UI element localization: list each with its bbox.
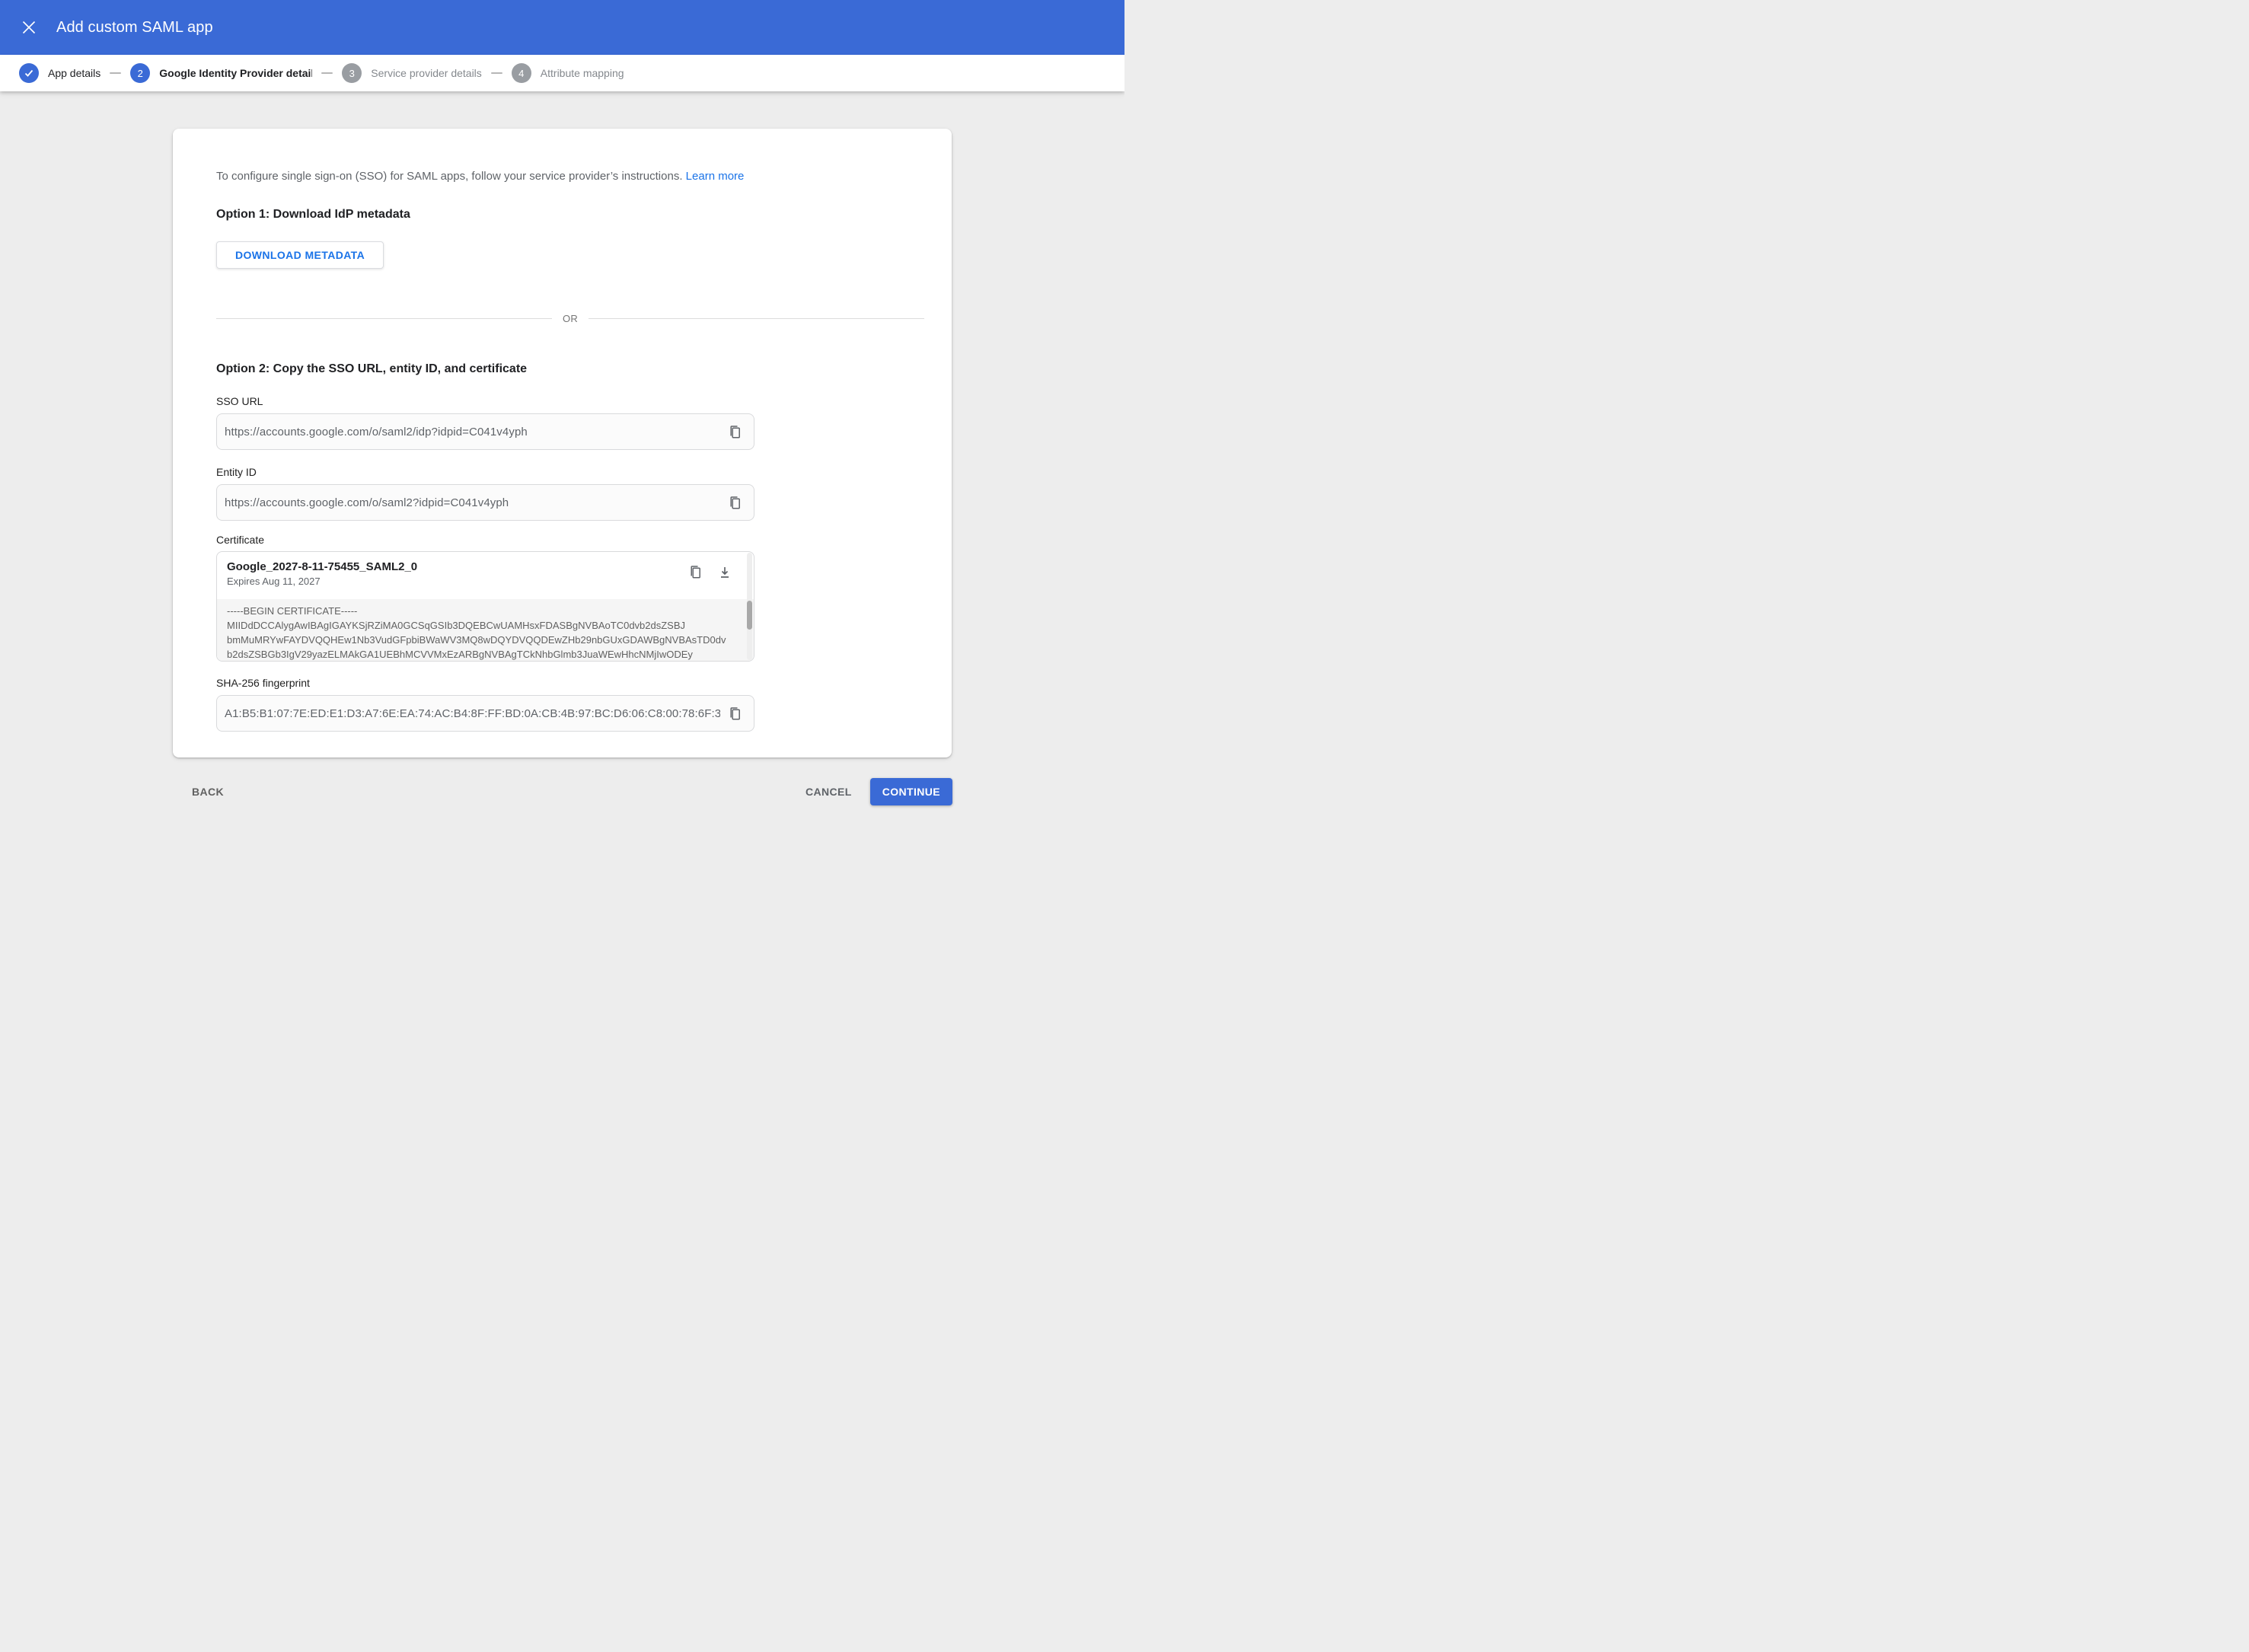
step-separator bbox=[110, 72, 121, 74]
entity-id-value: https://accounts.google.com/o/saml2?idpi… bbox=[225, 496, 509, 509]
or-label: OR bbox=[552, 313, 589, 324]
sso-url-field: https://accounts.google.com/o/saml2/idp?… bbox=[216, 413, 754, 450]
step-google-idp-details[interactable]: 2 Google Identity Provider details bbox=[130, 63, 312, 83]
step-app-details[interactable]: App details bbox=[19, 63, 100, 83]
stepper: App details 2 Google Identity Provider d… bbox=[0, 55, 1124, 91]
divider-line bbox=[589, 318, 924, 319]
copy-icon[interactable] bbox=[726, 494, 745, 512]
copy-icon[interactable] bbox=[726, 423, 745, 442]
dialog-header: Add custom SAML app bbox=[0, 0, 1124, 55]
copy-icon[interactable] bbox=[726, 705, 745, 723]
certificate-name: Google_2027-8-11-75455_SAML2_0 bbox=[227, 560, 685, 574]
step-service-provider-details[interactable]: 3 Service provider details bbox=[342, 63, 482, 83]
step-3-circle: 3 bbox=[342, 63, 362, 83]
check-icon bbox=[24, 68, 34, 78]
dialog-title: Add custom SAML app bbox=[56, 19, 213, 37]
certificate-line: bmMuMRYwFAYDVQQHEw1Nb3VudGFpbiBWaWV3MQ8w… bbox=[227, 633, 737, 647]
download-metadata-button[interactable]: DOWNLOAD METADATA bbox=[216, 241, 384, 269]
step-1-circle bbox=[19, 63, 39, 83]
divider-line bbox=[216, 318, 552, 319]
step-4-circle: 4 bbox=[512, 63, 531, 83]
option2-heading: Option 2: Copy the SSO URL, entity ID, a… bbox=[216, 361, 924, 378]
footer-actions: BACK CANCEL CONTINUE bbox=[0, 778, 1124, 805]
sso-url-label: SSO URL bbox=[216, 395, 924, 407]
option1-heading: Option 1: Download IdP metadata bbox=[216, 206, 924, 223]
certificate-expiry: Expires Aug 11, 2027 bbox=[227, 576, 685, 588]
cancel-button[interactable]: CANCEL bbox=[793, 778, 864, 805]
step-separator bbox=[491, 72, 502, 74]
certificate-line: MIIDdDCCAlygAwIBAgIGAYKSjRZiMA0GCSqGSIb3… bbox=[227, 618, 737, 633]
entity-id-label: Entity ID bbox=[216, 466, 924, 478]
fingerprint-value: A1:B5:B1:07:7E:ED:E1:D3:A7:6E:EA:74:AC:B… bbox=[225, 707, 720, 720]
content-card: To configure single sign-on (SSO) for SA… bbox=[173, 129, 952, 757]
or-divider: OR bbox=[216, 312, 924, 324]
learn-more-link[interactable]: Learn more bbox=[686, 170, 745, 183]
step-attribute-mapping[interactable]: 4 Attribute mapping bbox=[512, 63, 624, 83]
step-4-label: Attribute mapping bbox=[541, 67, 624, 79]
step-1-label: App details bbox=[48, 67, 100, 79]
certificate-line: -----BEGIN CERTIFICATE----- bbox=[227, 604, 737, 618]
step-2-circle: 2 bbox=[130, 63, 150, 83]
continue-button[interactable]: CONTINUE bbox=[870, 778, 952, 805]
certificate-header: Google_2027-8-11-75455_SAML2_0 Expires A… bbox=[217, 552, 754, 599]
step-3-label: Service provider details bbox=[371, 67, 482, 79]
certificate-line: b2dsZSBGb3IgV29yazELMAkGA1UEBhMCVVMxEzAR… bbox=[227, 647, 737, 662]
step-2-label: Google Identity Provider details bbox=[159, 67, 312, 79]
back-button[interactable]: BACK bbox=[180, 778, 236, 805]
entity-id-field: https://accounts.google.com/o/saml2?idpi… bbox=[216, 484, 754, 521]
sso-url-value: https://accounts.google.com/o/saml2/idp?… bbox=[225, 426, 528, 439]
certificate-scrollbar-thumb[interactable] bbox=[747, 601, 752, 630]
fingerprint-field: A1:B5:B1:07:7E:ED:E1:D3:A7:6E:EA:74:AC:B… bbox=[216, 695, 754, 732]
step-separator bbox=[321, 72, 333, 74]
download-icon[interactable] bbox=[716, 563, 734, 582]
main-area: To configure single sign-on (SSO) for SA… bbox=[0, 129, 1124, 805]
certificate-card: Google_2027-8-11-75455_SAML2_0 Expires A… bbox=[216, 551, 754, 662]
certificate-label: Certificate bbox=[216, 534, 924, 546]
certificate-body: -----BEGIN CERTIFICATE----- MIIDdDCCAlyg… bbox=[217, 599, 754, 662]
copy-icon[interactable] bbox=[687, 563, 705, 582]
add-custom-saml-app-dialog: Add custom SAML app App details 2 Google… bbox=[0, 0, 1124, 826]
fingerprint-label: SHA-256 fingerprint bbox=[216, 677, 924, 689]
close-icon[interactable] bbox=[20, 18, 38, 37]
intro-sentence: To configure single sign-on (SSO) for SA… bbox=[216, 170, 683, 183]
intro-text: To configure single sign-on (SSO) for SA… bbox=[216, 169, 924, 184]
